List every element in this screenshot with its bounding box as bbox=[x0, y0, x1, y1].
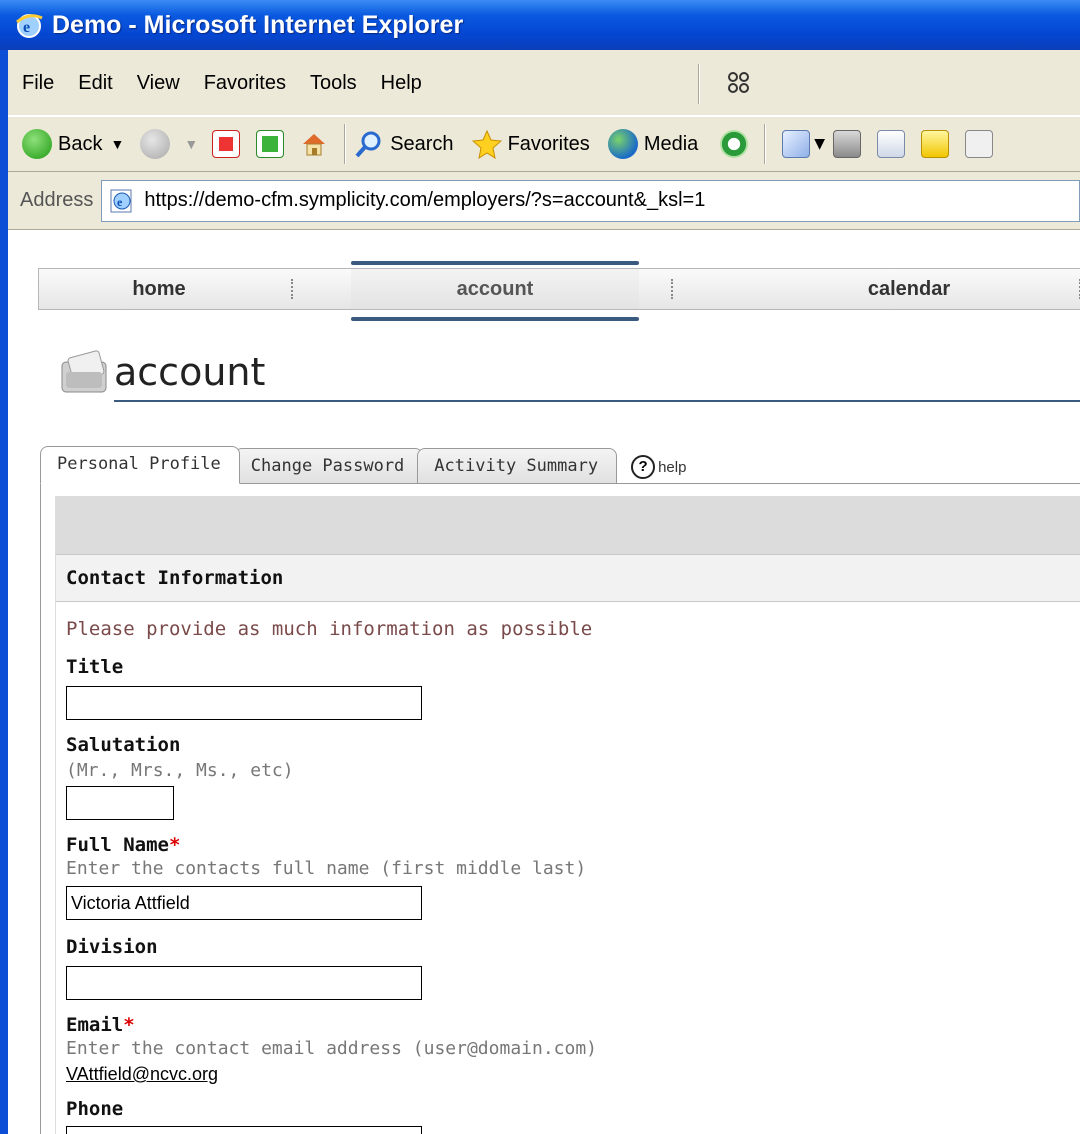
address-input[interactable]: e https://demo-cfm.symplicity.com/employ… bbox=[101, 179, 1080, 222]
salutation-hint: (Mr., Mrs., Ms., etc) bbox=[66, 760, 294, 781]
help-label: help bbox=[658, 458, 687, 476]
search-label: Search bbox=[390, 132, 454, 155]
nav-home[interactable]: home bbox=[39, 269, 279, 309]
email-required-marker: * bbox=[123, 1014, 135, 1036]
email-hint: Enter the contact email address (user@do… bbox=[66, 1038, 598, 1059]
phone-field[interactable] bbox=[66, 1126, 422, 1134]
refresh-icon[interactable] bbox=[256, 130, 285, 158]
email-label: Email* bbox=[66, 1014, 135, 1036]
mail-dropdown-icon[interactable]: ▼ bbox=[814, 136, 825, 152]
title-label: Title bbox=[66, 656, 124, 678]
full-name-field[interactable] bbox=[66, 886, 422, 920]
messenger-icon[interactable] bbox=[965, 130, 994, 158]
print-icon[interactable] bbox=[833, 130, 862, 158]
help-link[interactable]: ? help bbox=[631, 450, 686, 484]
favorites-button[interactable]: Favorites bbox=[471, 122, 590, 166]
standard-toolbar: Back ▼ ▼ Search Favorites Media ▼ bbox=[8, 116, 1080, 172]
page-title: account bbox=[114, 350, 266, 394]
forward-button[interactable]: ▼ bbox=[140, 122, 198, 166]
mail-icon[interactable] bbox=[782, 130, 811, 158]
svg-text:e: e bbox=[117, 195, 123, 209]
page-content: home account calendar account Personal P… bbox=[18, 230, 1080, 1134]
tab-personal-profile[interactable]: Personal Profile bbox=[40, 446, 240, 484]
throbber-icon bbox=[728, 72, 749, 93]
tab-activity-summary[interactable]: Activity Summary bbox=[417, 448, 618, 484]
window-frame-left bbox=[0, 50, 8, 1134]
menu-separator bbox=[698, 64, 700, 104]
contact-form: Please provide as much information as po… bbox=[55, 602, 1080, 1134]
menu-help[interactable]: Help bbox=[369, 72, 434, 95]
salutation-field[interactable] bbox=[66, 786, 174, 820]
menu-file[interactable]: File bbox=[18, 72, 66, 95]
phone-label: Phone bbox=[66, 1098, 124, 1120]
ie-logo-icon: e bbox=[16, 14, 43, 38]
salutation-label: Salutation bbox=[66, 734, 181, 756]
back-label: Back bbox=[58, 132, 103, 155]
nav-account[interactable]: account bbox=[351, 261, 639, 321]
back-dropdown-icon[interactable]: ▼ bbox=[110, 136, 124, 152]
full-name-required-marker: * bbox=[168, 834, 181, 856]
toolbar-separator-2 bbox=[764, 124, 767, 164]
media-button[interactable]: Media bbox=[607, 122, 699, 166]
window-title: Demo - Microsoft Internet Explorer bbox=[52, 10, 464, 39]
profile-panel: Contact Information Please provide as mu… bbox=[40, 483, 1080, 1134]
address-bar: Address e https://demo-cfm.symplicity.co… bbox=[8, 172, 1080, 230]
panel-band bbox=[55, 496, 1080, 554]
full-name-label-text: Full Name bbox=[66, 834, 169, 856]
window-titlebar: e Demo - Microsoft Internet Explorer bbox=[0, 0, 1080, 50]
email-label-text: Email bbox=[66, 1014, 124, 1036]
form-intro: Please provide as much information as po… bbox=[66, 618, 593, 640]
discuss-icon[interactable] bbox=[921, 130, 950, 158]
media-icon bbox=[607, 129, 638, 159]
address-label: Address bbox=[20, 189, 94, 211]
page-header: account bbox=[56, 348, 265, 396]
email-value: VAttfield@ncvc.org bbox=[66, 1064, 218, 1084]
menu-favorites[interactable]: Favorites bbox=[192, 72, 298, 95]
media-label: Media bbox=[643, 132, 699, 155]
home-icon[interactable] bbox=[300, 130, 328, 158]
back-button[interactable]: Back ▼ bbox=[22, 122, 124, 166]
menu-edit[interactable]: Edit bbox=[66, 72, 124, 95]
stop-icon[interactable] bbox=[212, 130, 241, 158]
top-nav: home account calendar bbox=[38, 261, 1080, 321]
page-icon: e bbox=[110, 189, 132, 212]
header-rule bbox=[114, 400, 1080, 402]
profile-tabs: Personal Profile Change Password Activit… bbox=[40, 446, 686, 484]
svg-text:e: e bbox=[23, 19, 30, 36]
favorites-label: Favorites bbox=[507, 132, 590, 155]
forward-arrow-icon bbox=[140, 129, 171, 159]
search-button[interactable]: Search bbox=[354, 122, 454, 166]
title-field[interactable] bbox=[66, 686, 422, 720]
history-icon[interactable] bbox=[720, 130, 749, 158]
tab-change-password[interactable]: Change Password bbox=[233, 448, 424, 484]
full-name-label: Full Name* bbox=[66, 834, 180, 856]
nav-divider bbox=[671, 279, 673, 299]
nav-divider bbox=[291, 279, 293, 299]
favorites-star-icon bbox=[471, 129, 502, 159]
search-icon bbox=[355, 131, 381, 158]
nav-calendar[interactable]: calendar bbox=[739, 269, 1079, 309]
full-name-hint: Enter the contacts full name (first midd… bbox=[66, 858, 587, 879]
menu-view[interactable]: View bbox=[125, 72, 192, 95]
forward-dropdown-icon[interactable]: ▼ bbox=[184, 136, 198, 152]
menu-bar: File Edit View Favorites Tools Help bbox=[8, 50, 1080, 116]
account-card-icon bbox=[61, 350, 107, 393]
section-title: Contact Information bbox=[66, 567, 284, 589]
menu-tools[interactable]: Tools bbox=[298, 72, 369, 95]
edit-icon[interactable] bbox=[877, 130, 906, 158]
toolbar-separator bbox=[344, 124, 347, 164]
back-arrow-icon bbox=[22, 129, 52, 159]
division-field[interactable] bbox=[66, 966, 422, 1000]
section-header: Contact Information bbox=[55, 554, 1080, 602]
division-label: Division bbox=[66, 936, 158, 958]
address-url: https://demo-cfm.symplicity.com/employer… bbox=[144, 189, 706, 211]
help-icon: ? bbox=[631, 455, 656, 479]
